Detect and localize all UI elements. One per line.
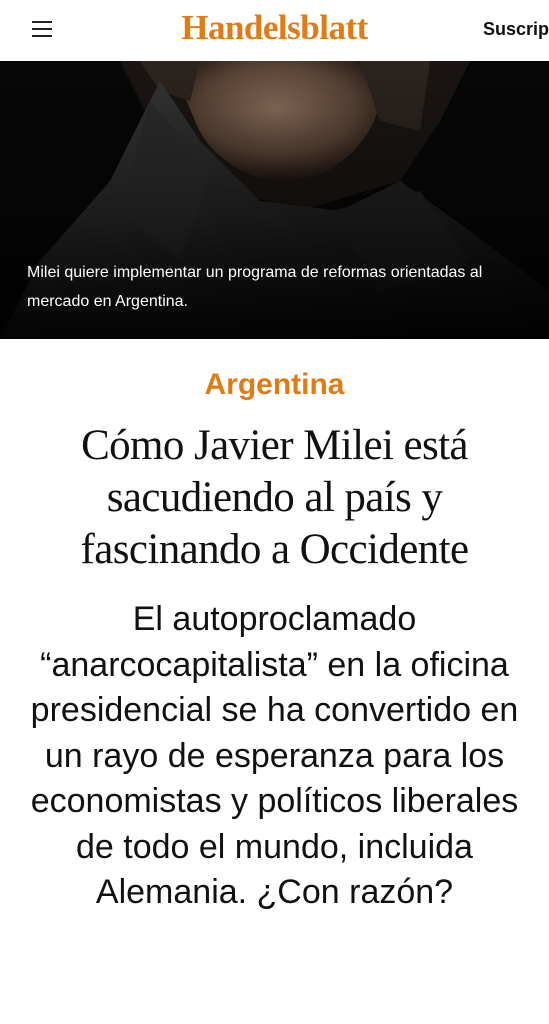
subscribe-link[interactable]: Suscrip	[483, 18, 549, 40]
hero-image: Milei quiere implementar un programa de …	[0, 61, 549, 339]
next-paragraph-cutoff	[0, 1010, 549, 1024]
cutoff-text-placeholder	[0, 1010, 549, 1024]
top-bar: Handelsblatt Suscrip	[0, 0, 549, 62]
article-category[interactable]: Argentina	[0, 364, 549, 406]
image-caption: Milei quiere implementar un programa de …	[27, 264, 483, 310]
article-lead: El autoproclamado “anarcocapitalista” en…	[30, 600, 519, 911]
article-headline: Cómo Javier Milei está sacudiendo al paí…	[80, 422, 470, 573]
brand-logo[interactable]: Handelsblatt	[0, 5, 549, 51]
